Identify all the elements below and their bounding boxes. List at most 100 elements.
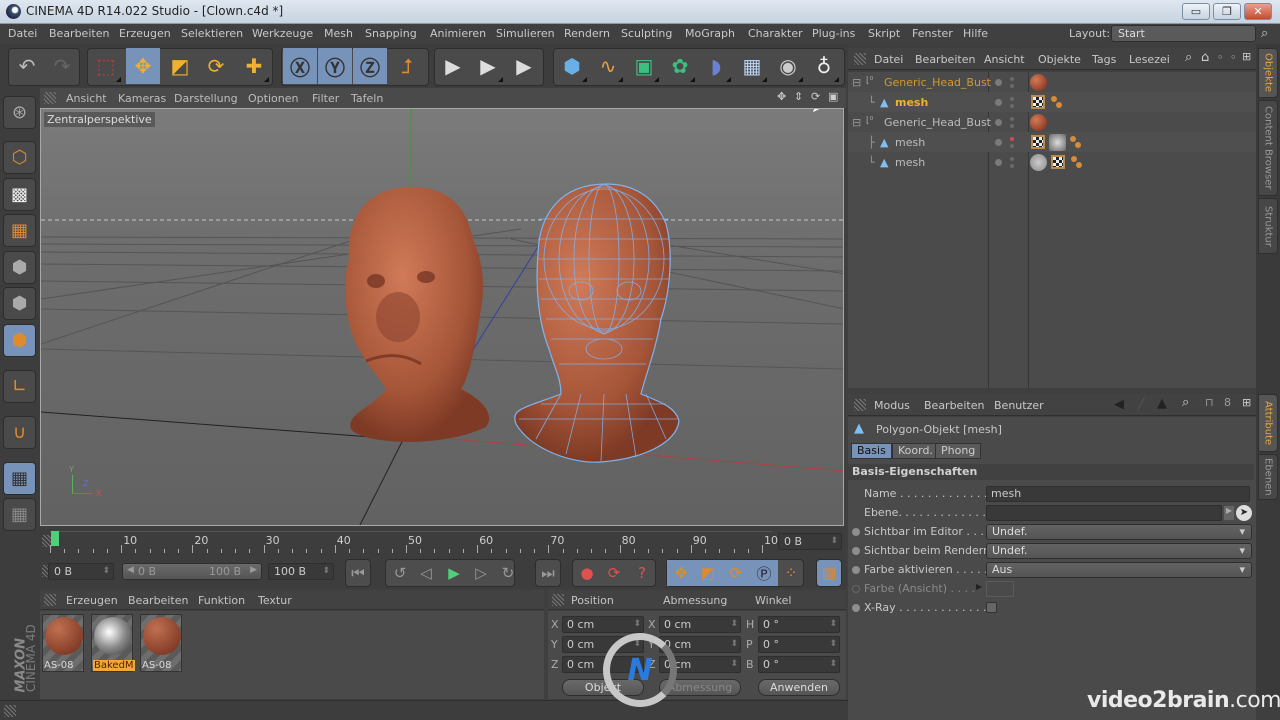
key-scale-icon[interactable]: ◩	[694, 560, 722, 586]
menu-animieren[interactable]: Animieren	[430, 27, 486, 40]
previous-frame-icon[interactable]: ◁	[412, 560, 440, 586]
editor-visibility-dot[interactable]	[995, 99, 1002, 106]
view-rotate-icon[interactable]: ⊛	[3, 96, 36, 129]
phong-tag-icon[interactable]	[1051, 95, 1063, 109]
editor-visibility-dropdown[interactable]: Undef.	[986, 524, 1252, 540]
object-row[interactable]: └ ▲ mesh	[848, 92, 1256, 112]
editor-visibility-dot[interactable]	[995, 119, 1002, 126]
expand-arrow-icon[interactable]: ▶	[976, 582, 982, 591]
redo-icon[interactable]: ↷	[45, 48, 79, 84]
axis-mode-icon[interactable]: ∟	[3, 370, 36, 403]
layout-dropdown[interactable]: Start	[1111, 25, 1256, 42]
xray-checkbox[interactable]	[986, 602, 997, 613]
animate-radio[interactable]	[852, 547, 860, 555]
menu-sculpting[interactable]: Sculpting	[621, 27, 672, 40]
object-menu-bearbeiten[interactable]: Bearbeiten	[915, 53, 975, 66]
next-frame-icon[interactable]: ▷	[467, 560, 495, 586]
tab-attribute[interactable]: Attribute	[1258, 394, 1278, 452]
menu-snapping[interactable]: Snapping	[365, 27, 417, 40]
material-tag-icon[interactable]	[1030, 74, 1047, 91]
lock-icon[interactable]: ⊓	[1205, 396, 1214, 409]
tab-content-browser[interactable]: Content Browser	[1258, 100, 1278, 196]
up-arrow-icon[interactable]: ▲	[1157, 396, 1167, 411]
editor-visibility-dot[interactable]	[995, 139, 1002, 146]
camera-icon[interactable]: ◉	[771, 48, 805, 84]
collapse-icon[interactable]: ⊟	[852, 116, 861, 129]
texture-mode-icon[interactable]: ▩	[3, 178, 36, 211]
current-frame-field[interactable]: 0 B	[778, 533, 842, 550]
menu-datei[interactable]: Datei	[8, 27, 37, 40]
tab-objekte[interactable]: Objekte	[1258, 48, 1278, 98]
rotation-b-field[interactable]: 0 °	[758, 656, 840, 673]
home-icon[interactable]: ⌂	[1201, 50, 1209, 65]
size-x-field[interactable]: 0 cm	[659, 616, 741, 633]
apply-button[interactable]: Anwenden	[758, 679, 840, 696]
smoothing-tag-icon[interactable]	[1030, 154, 1047, 171]
snap-magnet-icon[interactable]: ∪	[3, 416, 36, 449]
view-toggle-icon[interactable]: ▣	[828, 90, 838, 103]
texture-tag-icon[interactable]	[1051, 155, 1065, 169]
material-swatch[interactable]: AS-08	[42, 614, 84, 672]
tab-phong[interactable]: Phong	[935, 443, 982, 459]
model-mode-icon[interactable]: ⬡	[3, 141, 36, 174]
timeline-ruler[interactable]: 0102030405060708090100	[50, 531, 785, 553]
mograph-cloner-icon[interactable]: ✿	[663, 48, 697, 84]
object-name[interactable]: Generic_Head_Bust	[884, 116, 991, 129]
editor-visibility-dot[interactable]	[995, 159, 1002, 166]
ebene-arrow-icon[interactable]: ▶	[1224, 506, 1234, 520]
object-menu-datei[interactable]: Datei	[874, 53, 903, 66]
object-row[interactable]: ⊟ ⌊⁰ Generic_Head_Bust	[848, 72, 1256, 92]
polygons-mode-icon[interactable]: ⬢	[3, 324, 36, 357]
record-keys-icon[interactable]: ●	[573, 560, 601, 586]
start-frame-field[interactable]: 0 B	[48, 563, 114, 580]
texture-tag-icon[interactable]	[1031, 95, 1045, 109]
object-row[interactable]: └ ▲ mesh	[848, 152, 1256, 172]
menu-fenster[interactable]: Fenster	[912, 27, 953, 40]
menu-simulieren[interactable]: Simulieren	[496, 27, 555, 40]
next-keyframe-icon[interactable]: ↻	[494, 560, 522, 586]
menu-rendern[interactable]: Rendern	[564, 27, 610, 40]
animate-radio[interactable]	[852, 566, 860, 574]
render-visibility-dot[interactable]	[1010, 157, 1014, 161]
baked-material-tag-icon[interactable]	[1049, 134, 1066, 151]
key-rotation-icon[interactable]: ⟳	[722, 560, 750, 586]
collapse-icon[interactable]: ⊟	[852, 76, 861, 89]
cube-icon[interactable]: ⬢	[555, 48, 589, 84]
material-tag-icon[interactable]	[1030, 114, 1047, 131]
play-icon[interactable]: ▶	[440, 560, 468, 586]
tab-basis[interactable]: Basis	[851, 443, 892, 459]
viewport-menu-optionen[interactable]: Optionen	[248, 92, 298, 105]
menu-plugins[interactable]: Plug-ins	[812, 27, 855, 40]
deformer-icon[interactable]: ◗	[699, 48, 733, 84]
phong-tag-icon[interactable]	[1071, 155, 1083, 169]
menu-charakter[interactable]: Charakter	[748, 27, 803, 40]
edges-mode-icon[interactable]: ⬢	[3, 287, 36, 320]
position-x-field[interactable]: 0 cm	[562, 616, 644, 633]
material-menu-bearbeiten[interactable]: Bearbeiten	[128, 594, 188, 607]
object-row[interactable]: ⊟ ⌊⁰ Generic_Head_Bust	[848, 112, 1256, 132]
render-view-icon[interactable]: ▶	[436, 48, 470, 84]
viewport-menu-filter[interactable]: Filter	[312, 92, 339, 105]
new-panel-icon[interactable]: ⊞	[1242, 396, 1251, 409]
spline-icon[interactable]: ∿	[591, 48, 625, 84]
animate-radio[interactable]	[852, 585, 860, 593]
ebene-field[interactable]	[986, 505, 1222, 521]
z-axis-icon[interactable]: Ⓩ	[353, 48, 387, 84]
menu-mograph[interactable]: MoGraph	[685, 27, 735, 40]
material-swatch[interactable]: AS-08	[140, 614, 182, 672]
toggle-icon[interactable]: ◦	[1230, 51, 1237, 64]
end-frame-field[interactable]: 100 B	[268, 563, 334, 580]
range-right-arrow-icon[interactable]: ▶	[250, 565, 257, 575]
coordinate-system-icon[interactable]: ⮥	[390, 48, 424, 84]
key-parameter-icon[interactable]: Ⓟ	[750, 560, 778, 586]
back-arrow-icon[interactable]: ◀	[1114, 397, 1124, 412]
menu-werkzeuge[interactable]: Werkzeuge	[252, 27, 313, 40]
light-icon[interactable]: ♁	[807, 48, 841, 84]
object-name[interactable]: Generic_Head_Bust	[884, 76, 991, 89]
object-menu-ansicht[interactable]: Ansicht	[984, 53, 1025, 66]
go-to-end-icon[interactable]: ⏭	[534, 560, 562, 586]
rotation-h-field[interactable]: 0 °	[758, 616, 840, 633]
animate-radio[interactable]	[852, 604, 860, 612]
key-pla-icon[interactable]: ⁘	[777, 560, 805, 586]
tab-struktur[interactable]: Struktur	[1258, 198, 1278, 254]
